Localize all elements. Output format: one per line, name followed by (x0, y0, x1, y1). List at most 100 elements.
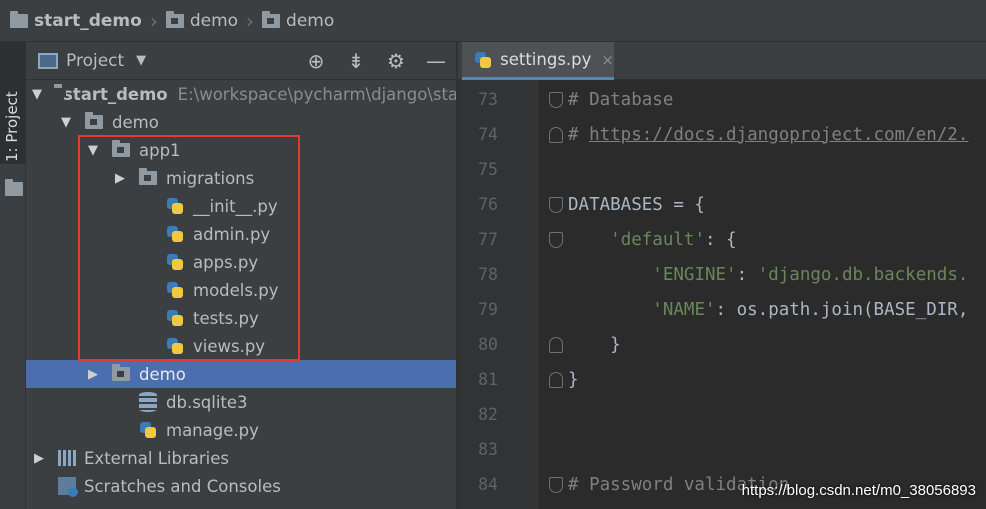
locate-file-icon[interactable]: ⊕ (296, 49, 336, 73)
code-token: 'NAME' (652, 299, 716, 320)
tree-item[interactable]: ▶apps.py (26, 248, 456, 276)
editor-tab-bar: settings.py × (458, 42, 986, 80)
close-icon[interactable]: × (601, 51, 614, 69)
gear-icon[interactable]: ⚙ (376, 49, 416, 73)
tab-label: settings.py (500, 50, 592, 69)
code-line[interactable]: 73 # Database (458, 82, 986, 117)
code-line[interactable]: 82 (458, 397, 986, 432)
tree-item-label: migrations (166, 168, 255, 188)
breadcrumb-item-start-demo[interactable]: start_demo (10, 10, 142, 31)
expand-arrow-down-icon[interactable]: ▼ (86, 143, 100, 158)
tree-item-label: tests.py (193, 308, 259, 328)
line-number: 73 (478, 90, 498, 109)
tree-item[interactable]: ▶__init__.py (26, 192, 456, 220)
project-tab-label: 1: Project (3, 91, 21, 162)
tree-item[interactable]: ▼ app1 (26, 136, 456, 164)
breadcrumb-label: demo (286, 10, 335, 31)
tab-settings-py[interactable]: settings.py × (462, 42, 614, 80)
project-panel-header: Project ▼ ⊕ ⇟ ⚙ — (26, 42, 456, 80)
code-line[interactable]: 77 'default': { (458, 222, 986, 257)
collapse-all-icon[interactable]: ⇟ (336, 49, 376, 73)
tree-item-label: demo (139, 364, 186, 384)
tree-item-label: start_demo (63, 84, 168, 104)
tree-item[interactable]: ▶ External Libraries (26, 444, 456, 472)
code-line[interactable]: 81} (458, 362, 986, 397)
code-text: } (568, 370, 579, 390)
tree-item[interactable]: ▶views.py (26, 332, 456, 360)
tree-item-label: Scratches and Consoles (84, 476, 281, 496)
expand-arrow-right-icon[interactable]: ▶ (32, 451, 46, 466)
tree-item[interactable]: ▶manage.py (26, 416, 456, 444)
fold-marker-icon[interactable] (549, 336, 563, 353)
expand-arrow-right-icon[interactable]: ▶ (113, 171, 127, 186)
tree-item[interactable]: ▼ start_demo E:\workspace\pycharm\django\s… (26, 80, 458, 108)
python-file-icon (474, 51, 492, 69)
python-file-icon (166, 309, 184, 327)
line-number: 83 (478, 440, 498, 459)
caret-down-icon[interactable]: ▼ (136, 53, 146, 68)
folder-icon (139, 168, 157, 185)
tree-item-label: __init__.py (193, 196, 278, 216)
fold-marker-icon[interactable] (549, 371, 563, 388)
code-token: : { (704, 229, 737, 250)
code-line[interactable]: 79 'NAME': os.path.join(BASE_DIR, (458, 292, 986, 327)
code-text: # https://docs.djangoproject.com/en/2. (568, 125, 968, 145)
fold-marker-icon[interactable] (549, 91, 563, 108)
code-text: 'ENGINE': 'django.db.backends. (568, 265, 968, 285)
expand-arrow-down-icon[interactable]: ▼ (59, 115, 73, 130)
hide-panel-icon[interactable]: — (416, 49, 456, 73)
code-token: 'django.db.backends. (757, 264, 969, 285)
python-file-icon (166, 337, 184, 355)
navigation-bar: start_demo › demo › demo (0, 0, 986, 42)
tree-item-label: app1 (139, 140, 181, 160)
code-line[interactable]: 74 # https://docs.djangoproject.com/en/2. (458, 117, 986, 152)
code-line[interactable]: 76 DATABASES = { (458, 187, 986, 222)
code-token: 'default' (610, 229, 705, 250)
project-tool-window-tab[interactable]: 1: Project (0, 42, 25, 196)
library-icon (58, 450, 76, 466)
panel-title[interactable]: Project (66, 51, 124, 71)
code-line[interactable]: 75 (458, 152, 986, 187)
code-token: : (736, 264, 758, 285)
breadcrumb-item-demo-inner[interactable]: demo (262, 10, 335, 31)
expand-arrow-down-icon[interactable]: ▼ (32, 87, 42, 102)
code-text: } (568, 335, 621, 355)
tree-item-label: admin.py (193, 224, 271, 244)
python-file-icon (166, 225, 184, 243)
code-token: : os.path.join(BASE_DIR, (715, 299, 969, 320)
code-text: # Database (568, 90, 673, 110)
tree-item[interactable]: ▶db.sqlite3 (26, 388, 456, 416)
folder-icon (262, 10, 281, 28)
code-line[interactable]: 78 'ENGINE': 'django.db.backends. (458, 257, 986, 292)
tree-item-label: models.py (193, 280, 279, 300)
tree-item[interactable]: ▶tests.py (26, 304, 456, 332)
breadcrumb-label: start_demo (34, 10, 142, 31)
tree-item[interactable]: ▶models.py (26, 276, 456, 304)
chevron-right-icon: › (246, 8, 255, 33)
code-line[interactable]: 80 } (458, 327, 986, 362)
tree-item[interactable]: ▶ migrations (26, 164, 456, 192)
fold-marker-icon[interactable] (549, 231, 563, 248)
tree-item[interactable]: ▼ demo (26, 108, 456, 136)
tree-item[interactable]: ▶ demo (26, 360, 456, 388)
chevron-right-icon: › (149, 8, 158, 33)
fold-marker-icon[interactable] (549, 476, 563, 493)
code-token: # (568, 124, 590, 145)
code-token: DATABASES = { (568, 194, 705, 215)
line-number: 80 (478, 335, 498, 354)
project-panel: Project ▼ ⊕ ⇟ ⚙ — ▼ start_demo E:\workspac… (26, 42, 458, 509)
breadcrumb-item-demo[interactable]: demo (165, 10, 238, 31)
expand-arrow-right-icon[interactable]: ▶ (86, 367, 100, 382)
line-number: 76 (478, 195, 498, 214)
fold-marker-icon[interactable] (549, 196, 563, 213)
code-line[interactable]: 83 (458, 432, 986, 467)
code-editor[interactable]: 73 # Database 74 # https://docs.djangoproje… (458, 80, 986, 509)
code-token: } (568, 369, 579, 390)
fold-marker-icon[interactable] (549, 126, 563, 143)
folder-icon (112, 364, 130, 381)
tree-item[interactable]: ▶Scratches and Consoles (26, 472, 456, 500)
tree-item[interactable]: ▶admin.py (26, 220, 456, 248)
database-icon (139, 392, 157, 412)
